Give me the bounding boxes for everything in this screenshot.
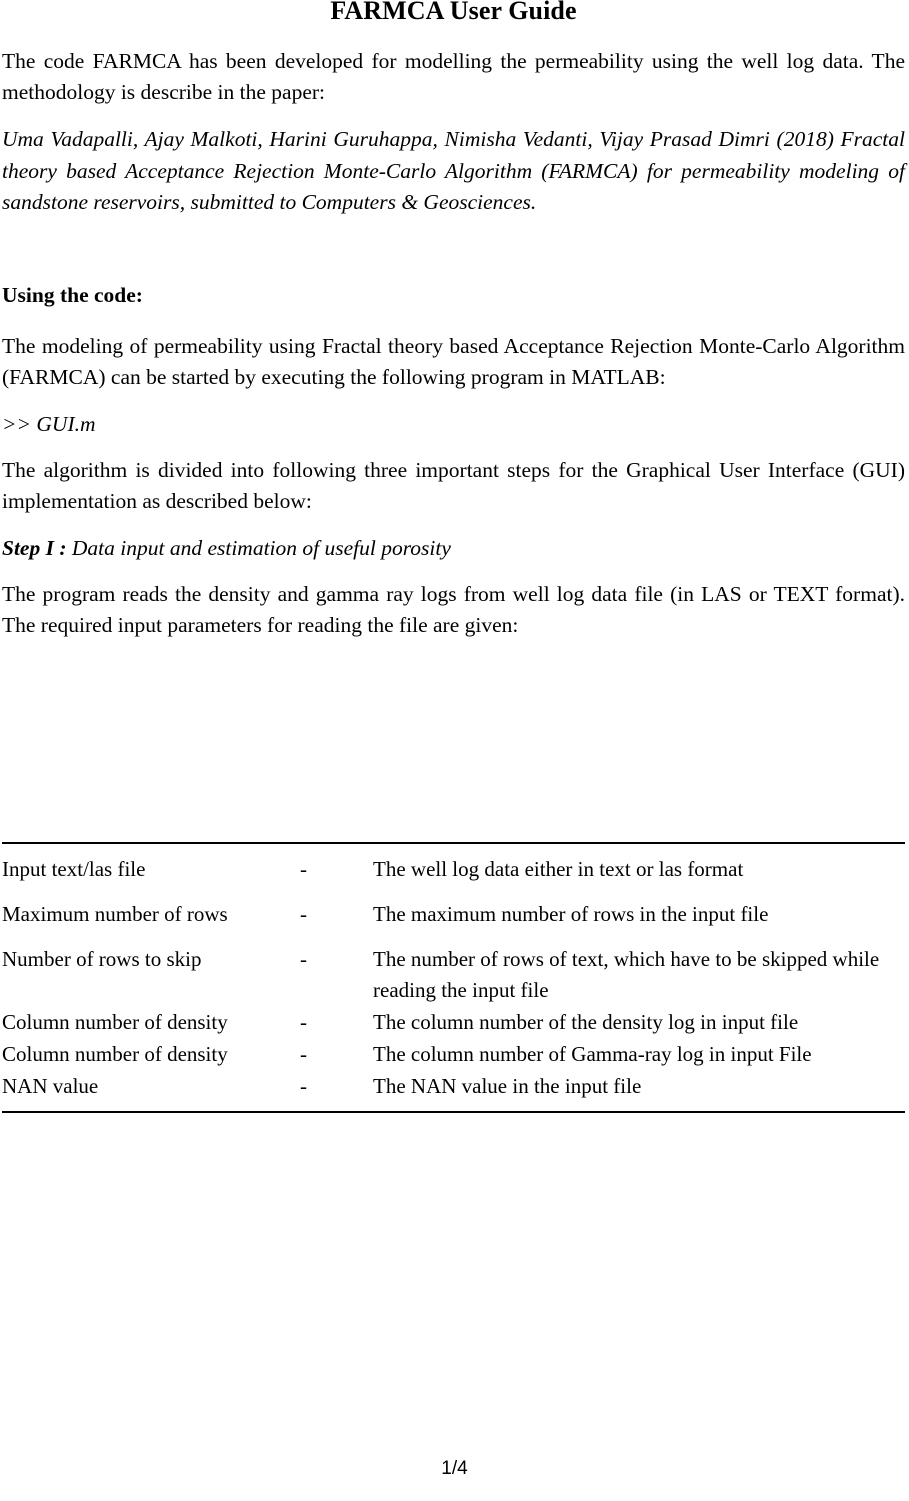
table-cell-separator: - (300, 947, 307, 971)
table-cell-description: The well log data either in text or las … (373, 857, 744, 881)
step-one-label: Step I : (2, 535, 72, 560)
input-parameters-table: Input text/las file - The well log data ei… (2, 842, 905, 1113)
table-cell-description: The maximum number of rows in the input … (373, 902, 769, 926)
intro-paragraph: The code FARMCA has been developed for m… (2, 49, 905, 105)
table-row: Column number of density - The column numb… (2, 1006, 905, 1038)
input-parameters-table-container: Input text/las file - The well log data ei… (2, 842, 905, 1113)
table-row: NAN value - The NAN value in the input fil… (2, 1070, 905, 1112)
table-cell-parameter: Column number of density (2, 1010, 228, 1034)
table-row: Number of rows to skip - The number of row… (2, 930, 905, 1006)
table-cell-description: The NAN value in the input file (373, 1074, 642, 1098)
step-one-title: Data input and estimation of useful poro… (71, 535, 451, 560)
table-cell-parameter: Column number of density (2, 1042, 228, 1066)
section-heading-using-the-code: Using the code: (2, 282, 143, 307)
table-body: Input text/las file - The well log data ei… (2, 843, 905, 1112)
matlab-command: >> GUI.m (2, 411, 96, 436)
table-cell-separator: - (300, 1010, 307, 1034)
table-cell-parameter: Number of rows to skip (2, 947, 202, 971)
table-cell-separator: - (300, 902, 307, 926)
step-one-description: The program reads the density and gamma … (2, 581, 905, 637)
table-row: Column number of density - The column numb… (2, 1038, 905, 1070)
table-cell-parameter: Maximum number of rows (2, 902, 228, 926)
table-cell-separator: - (300, 1074, 307, 1098)
table-cell-separator: - (300, 857, 307, 881)
table-row: Input text/las file - The well log data ei… (2, 843, 905, 885)
using-the-code-paragraph: The modeling of permeability using Fract… (2, 333, 905, 389)
table-cell-parameter: Input text/las file (2, 857, 146, 881)
page-number: 1/4 (441, 1458, 468, 1479)
page-title: FARMCA User Guide (330, 0, 577, 25)
table-cell-description: The column number of the density log in … (373, 1010, 799, 1034)
step-one-heading: Step I : Data input and estimation of us… (2, 533, 905, 563)
paper-citation: Uma Vadapalli, Ajay Malkoti, Harini Guru… (2, 127, 905, 215)
table-cell-parameter: NAN value (2, 1074, 99, 1098)
document-body: FARMCA User Guide The code FARMCA has be… (2, 0, 905, 641)
document-page: FARMCA User Guide The code FARMCA has be… (0, 0, 909, 1501)
table-cell-description: The number of rows of text, which have t… (373, 947, 880, 1002)
algorithm-intro-paragraph: The algorithm is divided into following … (2, 457, 905, 513)
table-row: Maximum number of rows - The maximum numbe… (2, 885, 905, 930)
table-cell-separator: - (300, 1042, 307, 1066)
table-cell-description: The column number of Gamma-ray log in in… (373, 1042, 812, 1066)
